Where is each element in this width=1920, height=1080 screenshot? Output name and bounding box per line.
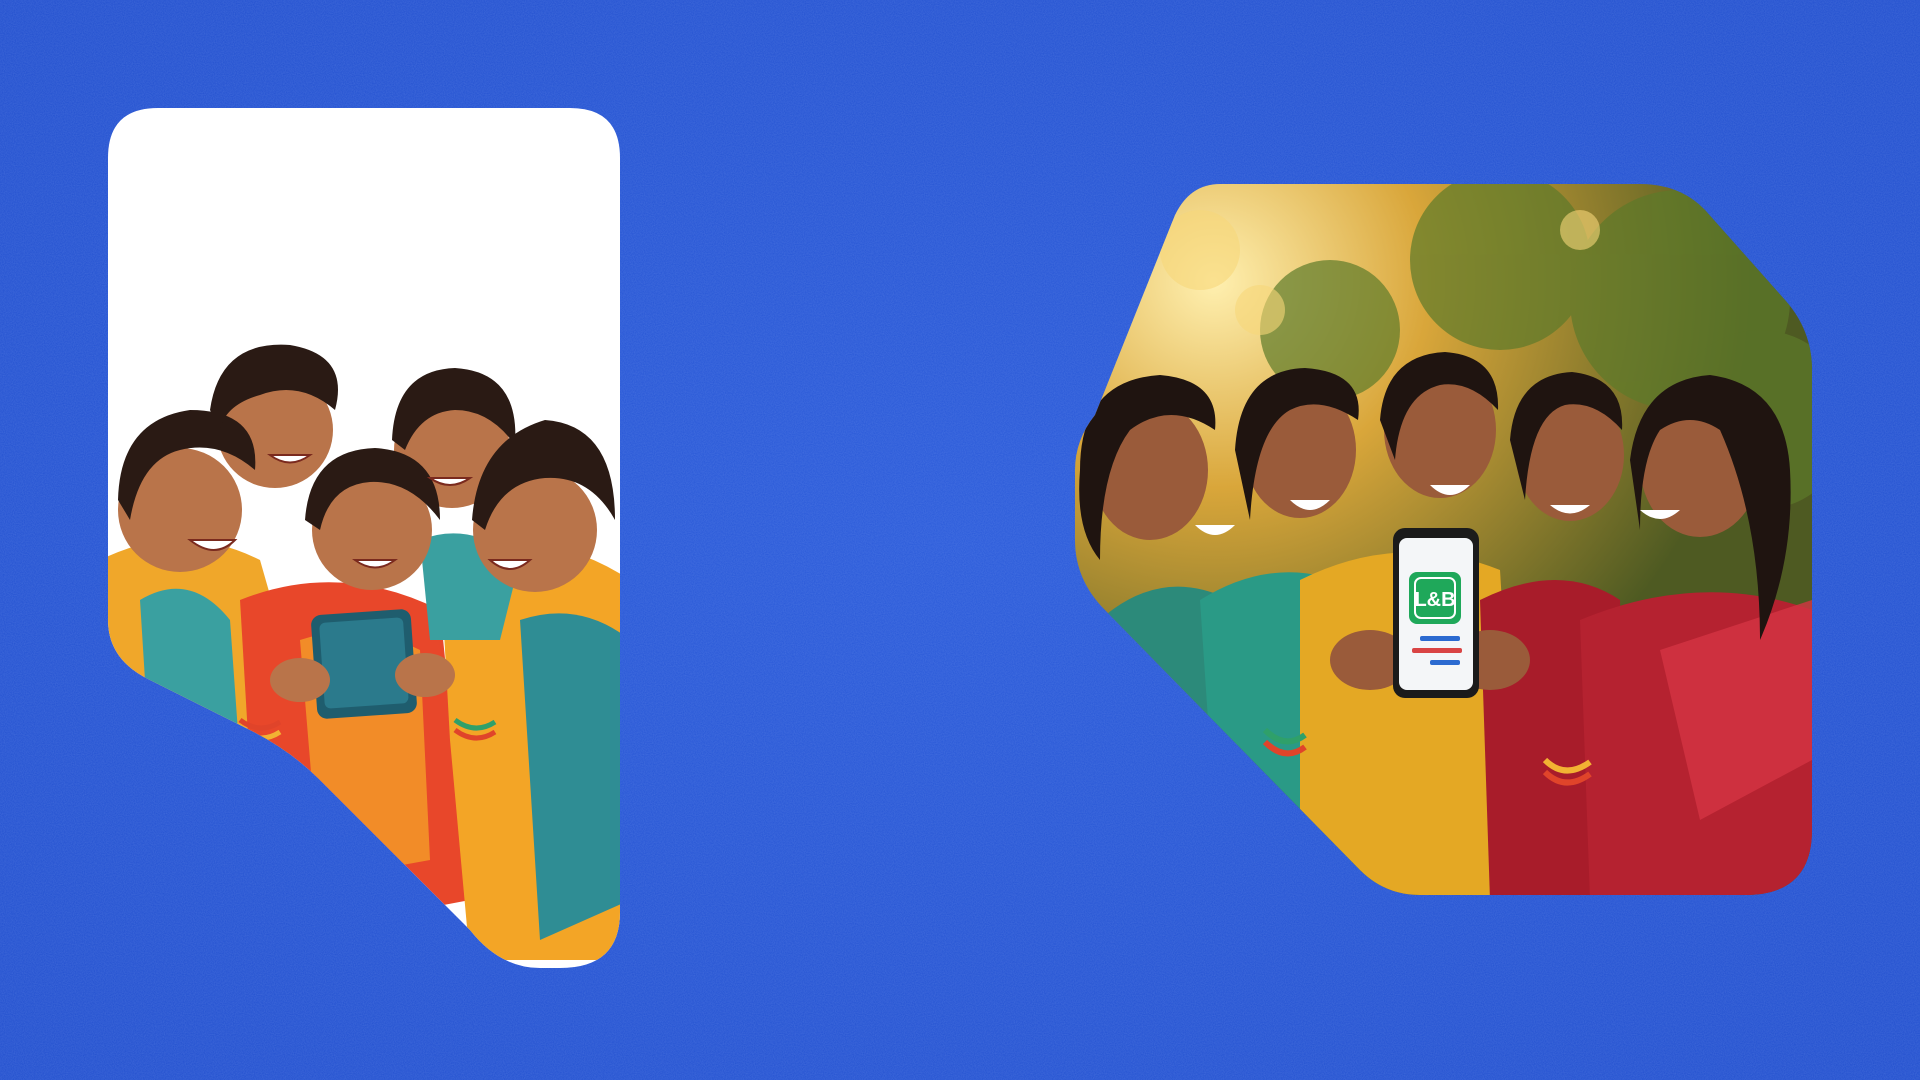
phone-icon: L&B — [1393, 528, 1479, 698]
right-photo-panel: L&B — [1075, 184, 1812, 895]
canvas: L&B — [0, 0, 1920, 1080]
app-logo-icon: L&B — [1409, 572, 1461, 624]
app-logo-text: L&B — [1414, 589, 1455, 611]
